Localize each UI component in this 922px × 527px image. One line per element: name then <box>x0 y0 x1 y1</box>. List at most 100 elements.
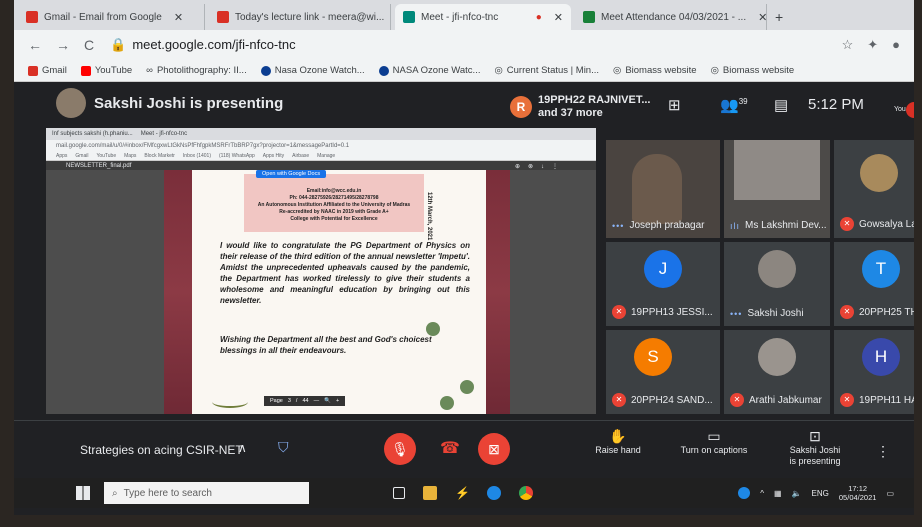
star-icon[interactable]: ☆ <box>842 37 854 53</box>
participant-tile[interactable]: H ✕19PPH11 HARI... <box>834 330 914 414</box>
taskbar-clock[interactable]: 17:12 05/04/2021 <box>839 484 877 502</box>
new-tab-icon[interactable]: + <box>775 4 783 30</box>
video-feed <box>632 154 682 224</box>
close-icon[interactable]: ✕ <box>174 11 183 24</box>
address-bar: ← → C 🔒 meet.google.com/jfi-nfco-tnc ☆ ✦ … <box>14 30 914 60</box>
participant-tile[interactable]: J ✕ 19PPH13 JESSI... <box>606 242 720 326</box>
participant-tile[interactable]: ••• Sakshi Joshi <box>724 242 830 326</box>
chevron-up-icon[interactable]: ∧ <box>238 441 247 455</box>
sheets-icon <box>583 11 595 23</box>
zoom-out-icon[interactable]: — <box>314 398 320 404</box>
participant-tile[interactable]: ✕Gowsalya Laksh... <box>834 140 914 238</box>
speaking-icon: ılı <box>730 220 741 231</box>
presenter-avatar <box>56 88 86 118</box>
bookmark-biomass-2[interactable]: ◎ Biomass website <box>711 65 795 76</box>
participant-tile[interactable]: S ✕ 20PPH24 SAND... <box>606 330 720 414</box>
globe-icon: ◎ <box>494 65 503 76</box>
tab-attendance[interactable]: Meet Attendance 04/03/2021 - ... ✕ <box>575 4 767 30</box>
chevron-up-icon[interactable]: ^ <box>760 489 764 498</box>
bookmark-nasa-2[interactable]: NASA Ozone Watc... <box>378 65 480 76</box>
chat-icon[interactable]: ▤ <box>774 96 788 114</box>
people-icon[interactable]: 👥39 <box>720 96 748 114</box>
gmail-icon <box>28 65 38 76</box>
leave-call-button[interactable]: ☎ <box>434 433 466 465</box>
participant-tile[interactable]: ılı Ms Lakshmi Dev... <box>724 140 830 238</box>
tab-title: Meet - jfi-nfco-tnc <box>421 11 499 23</box>
participant-tile[interactable]: ✕ Arathi Jabkumar <box>724 330 830 414</box>
participant-summary[interactable]: 19PPH22 RAJNIVET... and 37 more <box>538 94 651 120</box>
mic-off-icon: ✕ <box>730 393 744 407</box>
edge-icon[interactable] <box>487 486 501 500</box>
notifications-icon[interactable]: ▭ <box>886 489 894 498</box>
search-icon: ⌕ <box>112 487 118 499</box>
layout-icon[interactable]: ⊞ <box>668 96 681 114</box>
file-explorer-icon[interactable] <box>423 486 437 500</box>
tab-gmail[interactable]: Gmail - Email from Google ✕ <box>18 4 205 30</box>
user-avatar[interactable] <box>906 102 914 118</box>
bookmark-biomass-1[interactable]: ◎ Biomass website <box>613 65 697 76</box>
lock-icon: 🔒 <box>110 37 127 52</box>
chrome-icon[interactable] <box>519 486 533 500</box>
flower-ornament <box>440 396 454 410</box>
tab-lecture-link[interactable]: Today's lecture link - meera@wi... ✕ <box>209 4 391 30</box>
volume-icon[interactable]: 🔈 <box>792 489 802 498</box>
zoom-icon[interactable]: 🔍 <box>324 398 331 404</box>
tab-title: Gmail - Email from Google <box>44 11 162 23</box>
windows-start-icon[interactable] <box>76 486 90 500</box>
captions-button[interactable]: ▭ Turn on captions <box>674 429 754 456</box>
participant-tile[interactable]: ••• Joseph prabagar <box>606 140 720 238</box>
profile-icon[interactable]: ● <box>892 37 900 53</box>
mic-toggle-button[interactable]: 🎙 <box>384 433 416 465</box>
mic-off-icon: ✕ <box>840 393 854 407</box>
avatar <box>758 250 796 288</box>
nasa-icon <box>260 65 271 76</box>
bookmarks-bar: Gmail YouTube ∞ Photolithography: II... N… <box>14 60 914 82</box>
extensions-icon[interactable]: ✦ <box>867 37 878 53</box>
gmail-icon <box>26 11 38 23</box>
pdf-page: Email:info@wcc.edu.in Ph: 044-28275926/2… <box>164 170 510 414</box>
screen: Gmail - Email from Google ✕ Today's lect… <box>14 0 914 515</box>
meet-controls-bar: Strategies on acing CSIR-NET ∧ ⛉ 🎙 ☎ ⊠ ✋… <box>14 420 914 479</box>
language-indicator[interactable]: ENG <box>812 489 829 498</box>
shared-screen: Inf subjects sakshi (h.phaniu... Meet - … <box>46 128 596 414</box>
close-icon[interactable]: ✕ <box>554 11 563 24</box>
network-icon[interactable]: ▦ <box>774 489 782 498</box>
pdf-actions-icon: ⊕⊗↓⋮ <box>514 163 566 170</box>
globe-icon: ◎ <box>710 65 719 76</box>
page-border-right <box>486 170 510 414</box>
presenting-button[interactable]: ⊡ Sakshi Joshi is presenting <box>780 428 850 467</box>
bookmark-nasa-1[interactable]: Nasa Ozone Watch... <box>260 65 365 76</box>
participant-tile[interactable]: T ✕20PPH25 THAT... <box>834 242 914 326</box>
reload-icon[interactable]: C <box>84 37 94 53</box>
bookmark-gmail[interactable]: Gmail <box>28 65 67 76</box>
url-field[interactable]: 🔒 meet.google.com/jfi-nfco-tnc <box>110 37 295 53</box>
task-view-icon[interactable] <box>393 487 405 499</box>
close-icon[interactable]: ✕ <box>758 11 766 24</box>
camera-toggle-button[interactable]: ⊠ <box>478 433 510 465</box>
meeting-clock: 5:12 PM <box>808 96 864 113</box>
bookmark-photolithography[interactable]: ∞ Photolithography: II... <box>146 65 247 76</box>
present-icon: ⊡ <box>809 428 821 444</box>
browser-tab-bar: Gmail - Email from Google ✕ Today's lect… <box>14 0 914 30</box>
bolt-icon[interactable]: ⚡ <box>455 486 470 500</box>
more-options-icon[interactable]: ⋮ <box>876 443 890 460</box>
youtube-icon <box>80 65 91 76</box>
mic-off-icon: ✕ <box>840 305 854 319</box>
bookmark-status[interactable]: ◎ Current Status | Min... <box>494 65 599 76</box>
meeting-name: Strategies on acing CSIR-NET <box>80 443 243 457</box>
back-icon[interactable]: ← <box>28 37 42 53</box>
avatar: H <box>862 338 900 376</box>
zoom-in-icon[interactable]: + <box>336 398 339 404</box>
system-tray: ^ ▦ 🔈 ENG 17:12 05/04/2021 ▭ <box>738 484 894 502</box>
letter-body: I would like to congratulate the PG Depa… <box>220 241 470 305</box>
raise-hand-button[interactable]: ✋ Raise hand <box>590 428 646 456</box>
address-actions: ☆ ✦ ● <box>842 37 900 53</box>
taskbar-search[interactable]: ⌕ Type here to search <box>104 482 309 504</box>
tray-app-icon[interactable] <box>738 487 751 499</box>
tab-meet[interactable]: Meet - jfi-nfco-tnc ● ✕ <box>395 4 571 30</box>
hand-icon: ✋ <box>609 428 627 444</box>
bookmark-youtube[interactable]: YouTube <box>80 65 132 76</box>
forward-icon[interactable]: → <box>56 37 70 53</box>
shield-icon[interactable]: ⛉ <box>278 439 289 456</box>
open-with-docs-button[interactable]: Open with Google Docs <box>256 170 327 178</box>
